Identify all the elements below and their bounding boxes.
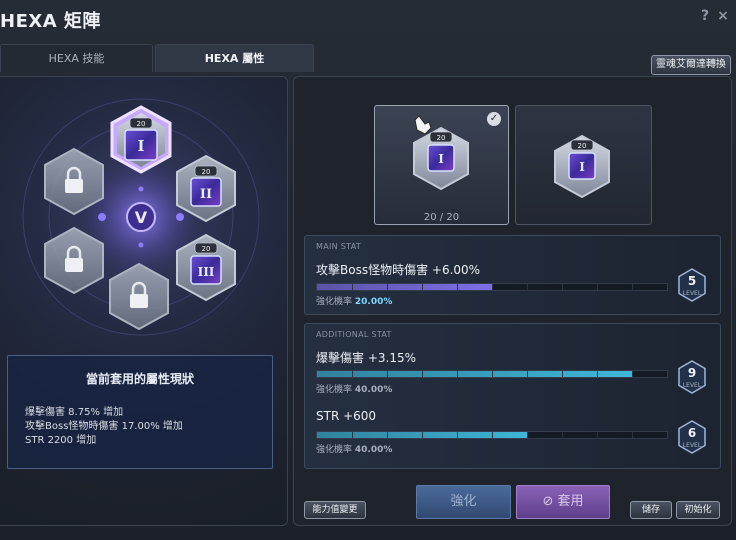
node-glyph-2: II <box>200 187 212 202</box>
convert-sol-erda-button[interactable]: 靈魂艾爾達轉換 <box>651 55 731 75</box>
apply-button[interactable]: ⊘ 套用 <box>516 485 610 519</box>
progress-tick <box>352 432 353 438</box>
window-title: HEXA 矩陣 <box>0 11 101 32</box>
progress-tick <box>562 432 563 438</box>
progress-tick <box>422 371 423 377</box>
progress-tick <box>562 371 563 377</box>
progress-tick <box>457 371 458 377</box>
main-stat-rate: 強化機率 20.00% <box>316 297 393 307</box>
progress-tick <box>527 284 528 290</box>
main-stat-box: MAIN STAT 攻擊Boss怪物時傷害 +6.00% 強化機率 20.00%… <box>304 235 721 315</box>
tab-hexa-skill[interactable]: HEXA 技能 <box>0 44 153 72</box>
current-stat-status-box: 當前套用的屬性現狀 爆擊傷害 8.75% 增加 攻擊Boss怪物時傷害 17.0… <box>7 355 273 469</box>
card-level: 20 <box>578 142 587 150</box>
main-stat-progress-fill <box>317 284 492 290</box>
progress-tick <box>352 371 353 377</box>
stat-core-icon: I 20 <box>413 115 469 191</box>
svg-text:V: V <box>135 208 148 227</box>
additional-stat-2-level-badge: 6 LEVEL <box>677 420 707 454</box>
progress-tick <box>632 371 633 377</box>
save-button[interactable]: 儲存 <box>630 501 672 519</box>
progress-tick <box>562 284 563 290</box>
tab-hexa-stat[interactable]: HEXA 屬性 <box>155 44 314 72</box>
node-glyph-1: I <box>137 137 144 155</box>
additional-stat-box: ADDITIONAL STAT 爆擊傷害 +3.15% 強化機率 40.00% … <box>304 323 721 469</box>
hex-node-top[interactable]: I 20 <box>110 105 172 174</box>
change-stat-button[interactable]: 能力值變更 <box>304 501 366 519</box>
additional-stat-2-name: STR +600 <box>316 409 377 423</box>
enhance-button[interactable]: 強化 <box>416 485 511 519</box>
help-button[interactable]: ? <box>698 8 712 24</box>
progress-tick <box>457 284 458 290</box>
progress-tick <box>422 284 423 290</box>
title-bar[interactable]: HEXA 矩陣 ? × <box>0 0 736 38</box>
node-level-3: 20 <box>202 245 211 253</box>
progress-tick <box>492 432 493 438</box>
additional-stat-1-progress-bar <box>316 370 668 378</box>
svg-text:I: I <box>579 160 585 174</box>
additional-stat-1-progress-fill <box>317 371 632 377</box>
hexa-matrix-window: HEXA 矩陣 ? × HEXA 技能 HEXA 屬性 靈魂艾爾達轉換 I 20… <box>0 0 736 540</box>
close-button[interactable]: × <box>716 8 730 24</box>
initialize-button[interactable]: 初始化 <box>676 501 720 519</box>
cursor-hand-icon <box>414 115 432 135</box>
progress-tick <box>492 371 493 377</box>
stat-core-icon: I 20 <box>554 134 610 199</box>
hexa-node-panel: I 20 II 20 III 20 V 當前套用的屬性現狀 爆擊傷害 8.75%… <box>0 76 288 526</box>
main-stat-progress-bar <box>316 283 668 291</box>
progress-tick <box>387 284 388 290</box>
status-line: 攻擊Boss怪物時傷害 17.00% 增加 <box>25 421 183 432</box>
progress-tick <box>597 371 598 377</box>
additional-stat-1-name: 爆擊傷害 +3.15% <box>316 351 416 365</box>
additional-stat-2-progress-bar <box>316 431 668 439</box>
card-level: 20 <box>437 134 446 142</box>
card-count: 20 / 20 <box>423 212 460 223</box>
additional-stat-label: ADDITIONAL STAT <box>316 330 392 339</box>
hexa-stat-panel: ✓ I 20 20 / 20 I 20 MAIN STAT 攻擊Boss怪物時傷… <box>293 76 732 526</box>
progress-tick <box>387 432 388 438</box>
main-stat-level-badge: 5 LEVEL <box>677 268 707 302</box>
progress-tick <box>422 432 423 438</box>
progress-tick <box>597 284 598 290</box>
hexa-stat-card-2[interactable]: I 20 <box>515 105 652 225</box>
status-title: 當前套用的屬性現狀 <box>85 372 194 386</box>
progress-tick <box>527 432 528 438</box>
progress-tick <box>632 284 633 290</box>
node-level-2: 20 <box>202 168 211 176</box>
progress-tick <box>527 371 528 377</box>
status-line: STR 2200 增加 <box>25 435 97 446</box>
check-circle-icon: ⊘ <box>542 494 558 509</box>
node-glyph-3: III <box>198 265 215 279</box>
status-line: 爆擊傷害 8.75% 增加 <box>25 407 124 418</box>
progress-tick <box>457 432 458 438</box>
progress-tick <box>352 284 353 290</box>
status-lines: 爆擊傷害 8.75% 增加 攻擊Boss怪物時傷害 17.00% 增加 STR … <box>25 406 183 448</box>
progress-tick <box>387 371 388 377</box>
additional-stat-2-rate: 強化機率 40.00% <box>316 445 393 455</box>
progress-tick <box>632 432 633 438</box>
svg-text:I: I <box>438 152 444 166</box>
hexa-stat-card-1[interactable]: ✓ I 20 20 / 20 <box>374 105 509 225</box>
hex-node-map: I 20 II 20 III 20 V <box>22 98 260 336</box>
main-stat-name: 攻擊Boss怪物時傷害 +6.00% <box>316 263 481 277</box>
additional-stat-1-rate: 強化機率 40.00% <box>316 385 393 395</box>
progress-tick <box>597 432 598 438</box>
node-level-1: 20 <box>137 120 146 128</box>
progress-tick <box>492 284 493 290</box>
main-stat-label: MAIN STAT <box>316 242 362 251</box>
additional-stat-1-level-badge: 9 LEVEL <box>677 360 707 394</box>
